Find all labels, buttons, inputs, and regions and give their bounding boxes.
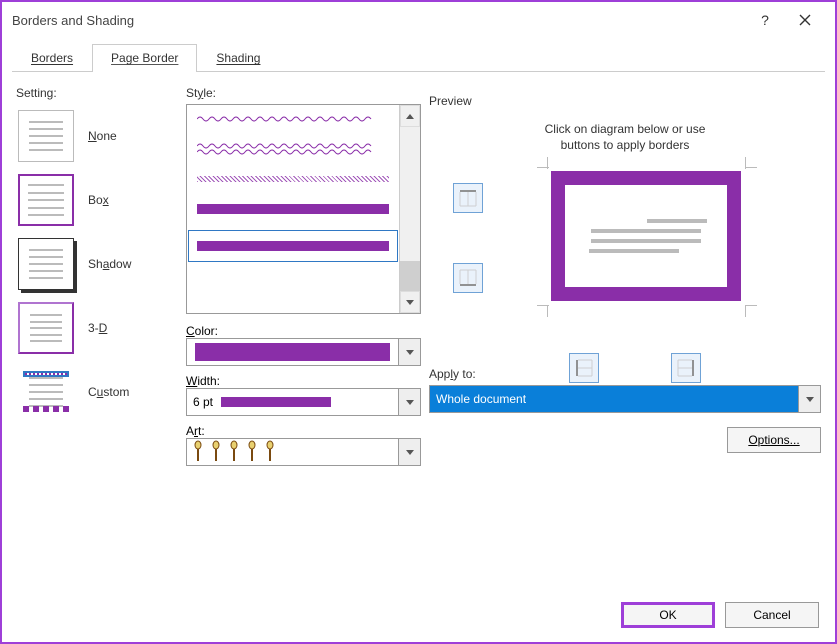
tab-borders[interactable]: Borders	[12, 44, 92, 71]
setting-custom[interactable]: Custom	[16, 364, 178, 420]
preview-hint: Click on diagram below or use buttons to…	[459, 122, 791, 153]
tab-page-border[interactable]: Page Border	[92, 44, 197, 71]
color-label: Color:	[186, 324, 421, 338]
scroll-track[interactable]	[400, 127, 420, 291]
chevron-down-icon	[406, 300, 414, 305]
tab-shading-label: Shading	[216, 51, 260, 65]
setting-none-thumb	[18, 110, 74, 162]
preview-hint-line1: Click on diagram below or use	[545, 122, 706, 136]
setting-custom-thumb	[18, 366, 74, 418]
preview-page[interactable]	[551, 171, 741, 301]
art-label: Art:	[186, 424, 421, 438]
tab-borders-label: Borders	[31, 51, 73, 65]
tab-page-border-label: Page Border	[111, 51, 178, 65]
setting-box[interactable]: Box	[16, 172, 178, 228]
border-left-button[interactable]	[569, 353, 599, 383]
art-combo[interactable]	[186, 438, 421, 466]
scroll-down-button[interactable]	[400, 291, 420, 313]
art-feather-icon	[229, 441, 239, 463]
apply-to-combo[interactable]: Whole document	[429, 385, 821, 413]
ok-button-label: OK	[659, 608, 676, 622]
border-bottom-button[interactable]	[453, 263, 483, 293]
art-preview	[187, 441, 398, 463]
scroll-handle[interactable]	[400, 261, 420, 291]
setting-label: Setting:	[16, 86, 178, 100]
options-button[interactable]: Options...	[727, 427, 821, 453]
style-label: Style:	[186, 86, 421, 100]
border-right-icon	[677, 359, 695, 377]
cancel-button-label: Cancel	[753, 608, 790, 622]
preview-tick	[745, 305, 746, 317]
border-right-button[interactable]	[671, 353, 701, 383]
setting-none-label: None	[88, 129, 117, 143]
preview-hint-line2: buttons to apply borders	[561, 138, 690, 152]
art-feather-icon	[193, 441, 203, 463]
help-button[interactable]: ?	[745, 12, 785, 28]
setting-3d-label: 3-D	[88, 321, 107, 335]
art-dropdown-button[interactable]	[398, 439, 420, 465]
setting-none[interactable]: None	[16, 108, 178, 164]
color-combo[interactable]	[186, 338, 421, 366]
setting-3d[interactable]: 3-D	[16, 300, 178, 356]
options-button-label: Options...	[748, 433, 799, 447]
border-top-icon	[459, 189, 477, 207]
window-title: Borders and Shading	[12, 13, 745, 28]
ok-button[interactable]: OK	[621, 602, 715, 628]
border-bottom-icon	[459, 269, 477, 287]
apply-to-value: Whole document	[430, 386, 798, 412]
tab-shading[interactable]: Shading	[197, 44, 279, 71]
setting-box-thumb	[18, 174, 74, 226]
style-option-hatched[interactable]	[193, 171, 393, 187]
tabs: Borders Page Border Shading	[12, 44, 825, 72]
chevron-down-icon	[406, 450, 414, 455]
preview-tick	[745, 167, 757, 168]
width-swatch	[221, 397, 331, 407]
style-list[interactable]	[186, 104, 421, 314]
close-icon	[799, 14, 811, 26]
chevron-down-icon	[406, 400, 414, 405]
color-dropdown-button[interactable]	[398, 339, 420, 365]
style-option-wave-thin[interactable]	[193, 111, 393, 127]
preview-diagram[interactable]	[429, 163, 821, 363]
setting-shadow-label: Shadow	[88, 257, 131, 271]
apply-to-label: Apply to:	[429, 367, 821, 381]
setting-custom-label: Custom	[88, 385, 129, 399]
style-option-solid-1[interactable]	[193, 201, 393, 217]
setting-3d-thumb	[18, 302, 74, 354]
setting-shadow[interactable]: Shadow	[16, 236, 178, 292]
art-feather-icon	[247, 441, 257, 463]
style-scrollbar[interactable]	[399, 105, 420, 313]
preview-tick	[745, 157, 746, 169]
preview-tick	[745, 305, 757, 306]
setting-box-label: Box	[88, 193, 109, 207]
apply-to-dropdown-button[interactable]	[798, 386, 820, 412]
borders-shading-dialog: Borders and Shading ? Borders Page Borde…	[0, 0, 837, 644]
dialog-footer: OK Cancel	[2, 592, 835, 642]
preview-legend: Preview	[429, 94, 821, 108]
width-dropdown-button[interactable]	[398, 389, 420, 415]
scroll-up-button[interactable]	[400, 105, 420, 127]
art-feather-icon	[211, 441, 221, 463]
close-button[interactable]	[785, 14, 825, 26]
style-option-wave-double[interactable]	[193, 141, 393, 157]
art-feather-icon	[265, 441, 275, 463]
chevron-up-icon	[406, 114, 414, 119]
cancel-button[interactable]: Cancel	[725, 602, 819, 628]
chevron-down-icon	[406, 350, 414, 355]
titlebar: Borders and Shading ?	[2, 2, 835, 38]
width-combo[interactable]: 6 pt	[186, 388, 421, 416]
color-swatch	[195, 343, 390, 361]
width-value: 6 pt	[193, 395, 213, 409]
border-top-button[interactable]	[453, 183, 483, 213]
width-label: Width:	[186, 374, 421, 388]
chevron-down-icon	[806, 397, 814, 402]
preview-tick	[547, 157, 548, 169]
border-left-icon	[575, 359, 593, 377]
setting-shadow-thumb	[18, 238, 74, 290]
style-option-solid-selected[interactable]	[189, 231, 397, 261]
preview-tick	[547, 305, 548, 317]
